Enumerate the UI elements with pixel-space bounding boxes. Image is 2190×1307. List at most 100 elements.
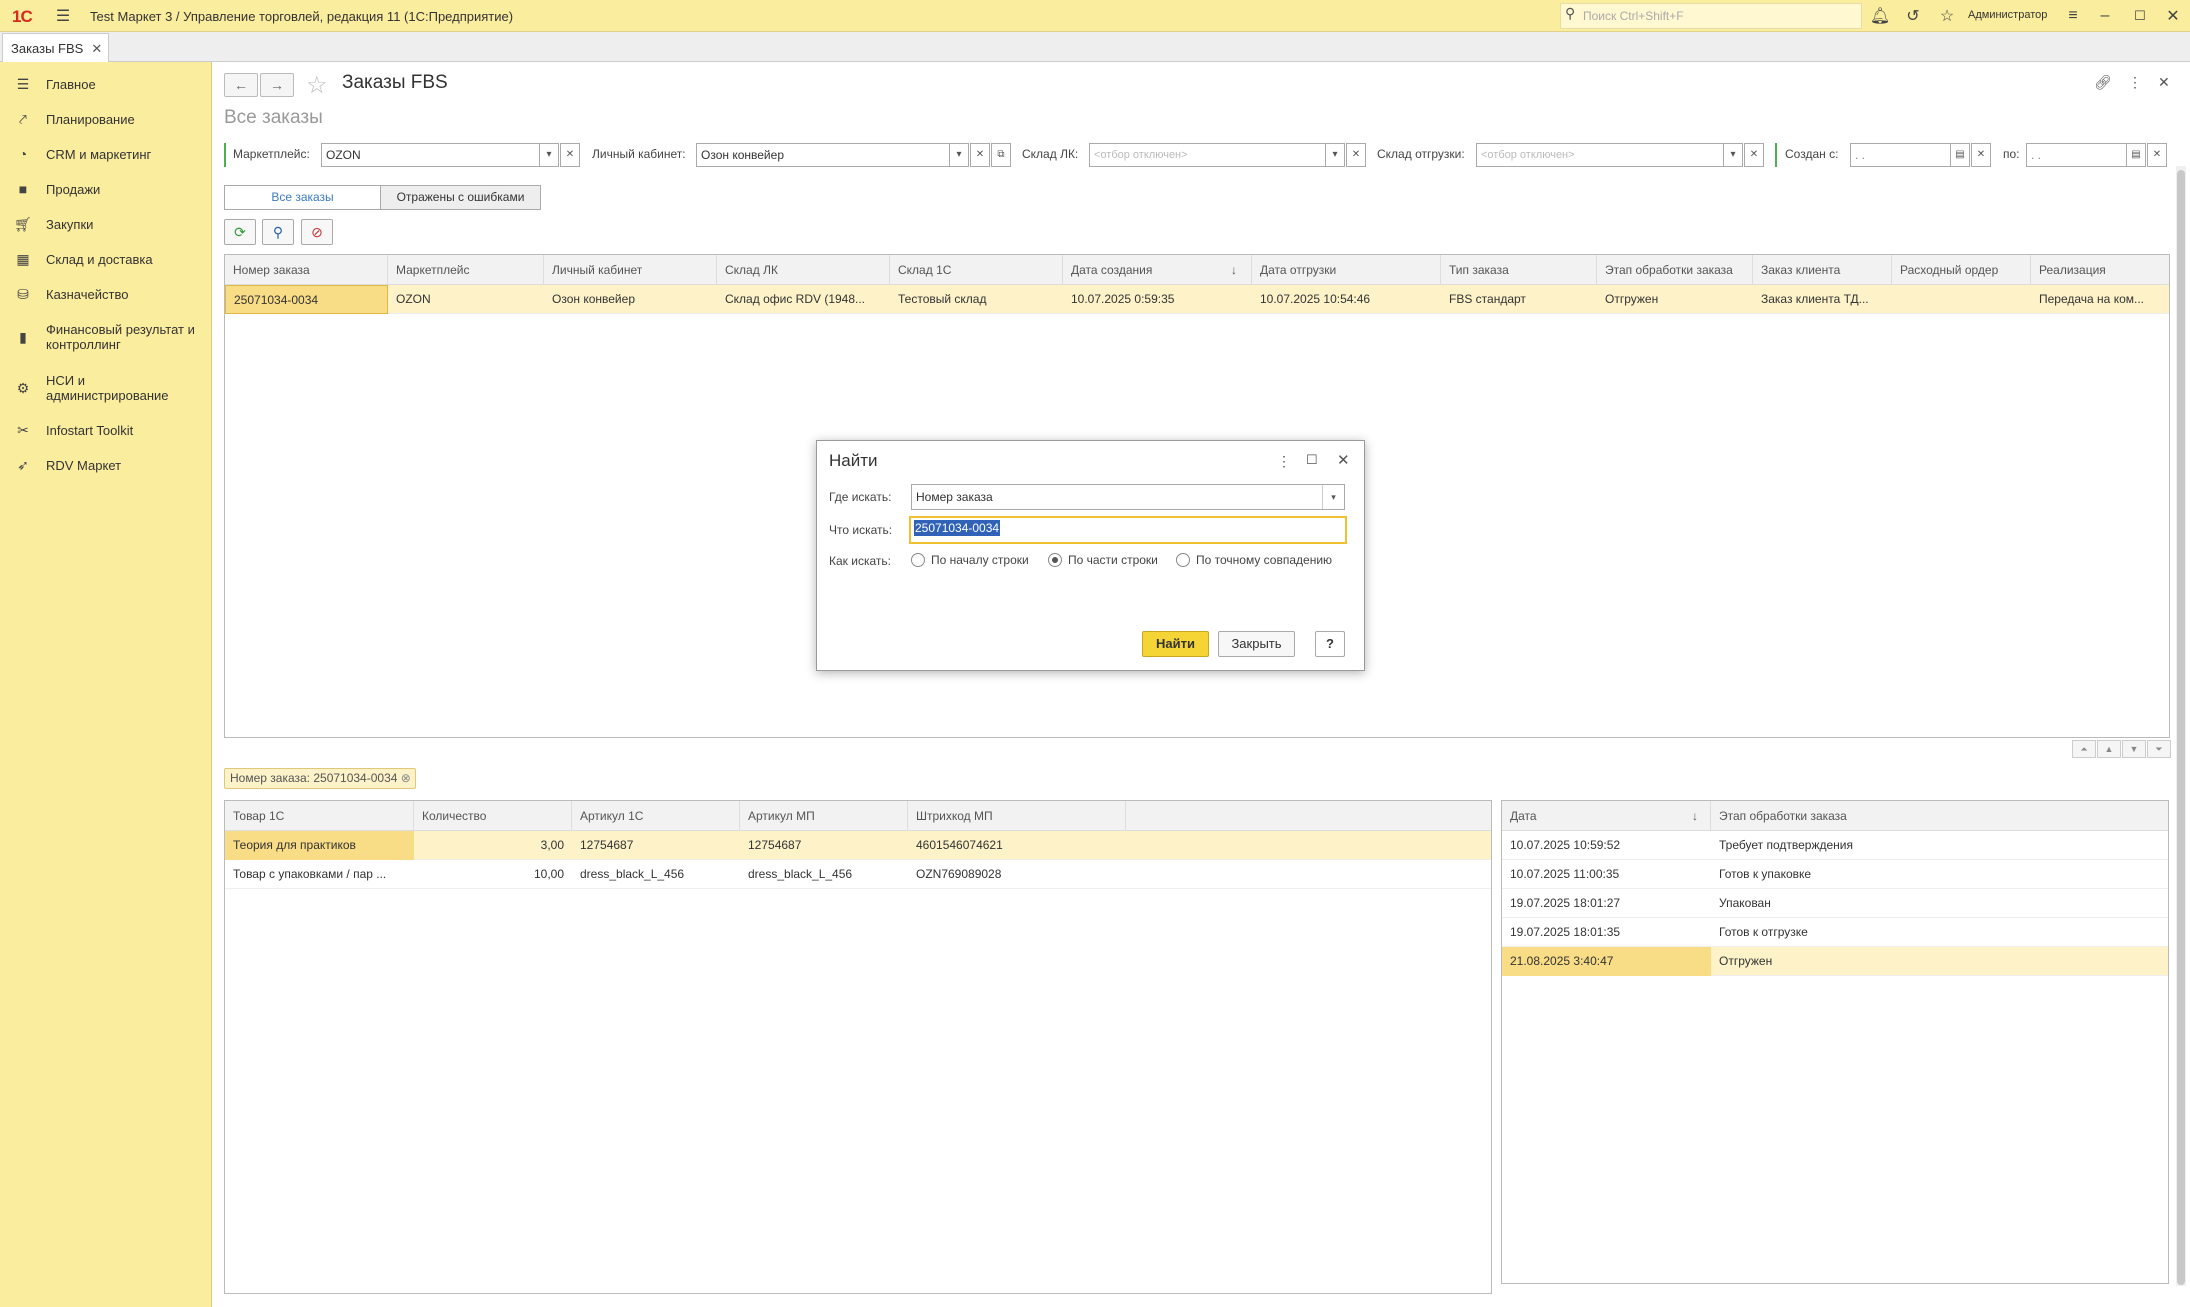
cancel-search-button[interactable]: ⊘ bbox=[301, 219, 333, 245]
cell-article-1c[interactable]: 12754687 bbox=[572, 831, 740, 860]
filter-chip[interactable]: Номер заказа: 25071034-0034 ⊗ bbox=[224, 768, 416, 789]
created-to-clear-icon[interactable]: ✕ bbox=[2147, 143, 2167, 167]
col-marketplace[interactable]: Маркетплейс bbox=[388, 255, 544, 285]
what-field[interactable]: 25071034-0034 bbox=[909, 516, 1347, 544]
ship-warehouse-field[interactable]: <отбор отключен> bbox=[1476, 143, 1725, 167]
favorite-star-icon[interactable]: ☆ bbox=[306, 71, 328, 100]
cell-stage-date[interactable]: 21.08.2025 3:40:47 bbox=[1502, 947, 1711, 976]
cabinet-field[interactable]: Озон конвейер bbox=[696, 143, 951, 167]
scroll-up-icon[interactable]: ▲ bbox=[2097, 740, 2121, 758]
sidebar-item-admin[interactable]: ⚙ НСИ и администрирование bbox=[0, 370, 212, 406]
cell-quantity[interactable]: 10,00 bbox=[414, 860, 572, 889]
sidebar-item-sales[interactable]: ■ Продажи bbox=[0, 179, 212, 199]
col-stage-name[interactable]: Этап обработки заказа bbox=[1711, 801, 2168, 831]
more-icon[interactable]: ⋮ bbox=[2128, 74, 2142, 91]
cell-marketplace[interactable]: OZON bbox=[388, 285, 544, 314]
cell-stage-date[interactable]: 19.07.2025 18:01:27 bbox=[1502, 889, 1711, 918]
find-submit-button[interactable]: Найти bbox=[1142, 631, 1209, 657]
col-shipment-date[interactable]: Дата отгрузки bbox=[1252, 255, 1441, 285]
sidebar-item-crm[interactable]: ◔ CRM и маркетинг bbox=[0, 144, 212, 164]
col-warehouse-1c[interactable]: Склад 1С bbox=[890, 255, 1063, 285]
col-order-number[interactable]: Номер заказа bbox=[225, 255, 388, 285]
cell-expense-order[interactable] bbox=[1892, 285, 2031, 314]
col-cabinet[interactable]: Личный кабинет bbox=[544, 255, 717, 285]
ship-warehouse-clear-icon[interactable]: ✕ bbox=[1744, 143, 1764, 167]
cell-stage-date[interactable]: 10.07.2025 10:59:52 bbox=[1502, 831, 1711, 860]
close-dialog-button[interactable]: Закрыть bbox=[1218, 631, 1295, 657]
vertical-scrollbar-thumb[interactable] bbox=[2177, 170, 2185, 1285]
col-processing-stage[interactable]: Этап обработки заказа bbox=[1597, 255, 1753, 285]
close-window-icon[interactable]: ✕ bbox=[2158, 0, 2188, 32]
dialog-close-icon[interactable]: ✕ bbox=[1337, 451, 1350, 469]
refresh-button[interactable]: ⟳ bbox=[224, 219, 256, 245]
cell-processing-stage[interactable]: Отгружен bbox=[1597, 285, 1753, 314]
minimize-icon[interactable]: – bbox=[2090, 0, 2120, 32]
table-row[interactable]: 19.07.2025 18:01:35 Готов к отгрузке bbox=[1502, 918, 2168, 947]
table-row[interactable]: Товар с упаковками / пар ... 10,00 dress… bbox=[225, 860, 1491, 889]
radio-circle[interactable] bbox=[911, 553, 925, 567]
history-icon[interactable]: ↺ bbox=[1898, 0, 1928, 32]
bell-icon[interactable]: 🔔︎ bbox=[1865, 0, 1895, 32]
cell-article-1c[interactable]: dress_black_L_456 bbox=[572, 860, 740, 889]
sidebar-item-warehouse[interactable]: ▦ Склад и доставка bbox=[0, 249, 212, 269]
col-product-1c[interactable]: Товар 1С bbox=[225, 801, 414, 831]
cell-article-mp[interactable]: 12754687 bbox=[740, 831, 908, 860]
settings-menu-icon[interactable]: ≡ bbox=[2058, 0, 2088, 32]
global-search-input[interactable]: Поиск Ctrl+Shift+F bbox=[1560, 3, 1862, 29]
help-button[interactable]: ? bbox=[1315, 631, 1345, 657]
where-field[interactable]: Номер заказа bbox=[911, 484, 1345, 510]
cell-client-order[interactable]: Заказ клиента ТД... bbox=[1753, 285, 1892, 314]
table-row[interactable]: 10.07.2025 11:00:35 Готов к упаковке bbox=[1502, 860, 2168, 889]
table-row[interactable]: 21.08.2025 3:40:47 Отгружен bbox=[1502, 947, 2168, 976]
col-warehouse-lk[interactable]: Склад ЛК bbox=[717, 255, 890, 285]
scroll-top-icon[interactable]: ⏶ bbox=[2072, 740, 2096, 758]
user-name[interactable]: Администратор bbox=[1968, 9, 2047, 21]
col-article-1c[interactable]: Артикул 1С bbox=[572, 801, 740, 831]
col-expense-order[interactable]: Расходный ордер bbox=[1892, 255, 2031, 285]
switch-all-orders[interactable]: Все заказы bbox=[224, 185, 381, 210]
favorites-star-icon[interactable]: ☆ bbox=[1932, 0, 1962, 32]
cell-order-number[interactable]: 25071034-0034 bbox=[225, 285, 388, 314]
scroll-down-icon[interactable]: ▼ bbox=[2122, 740, 2146, 758]
switch-error-orders[interactable]: Отражены с ошибками bbox=[380, 185, 541, 210]
col-order-type[interactable]: Тип заказа bbox=[1441, 255, 1597, 285]
warehouse-lk-clear-icon[interactable]: ✕ bbox=[1346, 143, 1366, 167]
cell-stage-name[interactable]: Требует подтверждения bbox=[1711, 831, 2168, 860]
sidebar-item-main[interactable]: ☰ Главное bbox=[0, 74, 212, 94]
sidebar-item-purchases[interactable]: 🛒︎ Закупки bbox=[0, 214, 212, 234]
cell-sale[interactable]: Передача на ком... bbox=[2031, 285, 2169, 314]
warehouse-lk-field[interactable]: <отбор отключен> bbox=[1089, 143, 1327, 167]
radio-starts-with[interactable]: По началу строки bbox=[911, 553, 1029, 567]
cell-stage-name[interactable]: Готов к отгрузке bbox=[1711, 918, 2168, 947]
cell-quantity[interactable]: 3,00 bbox=[414, 831, 572, 860]
close-form-icon[interactable]: ✕ bbox=[2158, 74, 2170, 91]
col-created-date[interactable]: Дата создания ↓ bbox=[1063, 255, 1252, 285]
created-from-clear-icon[interactable]: ✕ bbox=[1971, 143, 1991, 167]
marketplace-field[interactable]: OZON bbox=[321, 143, 541, 167]
cell-stage-date[interactable]: 10.07.2025 11:00:35 bbox=[1502, 860, 1711, 889]
chip-remove-icon[interactable]: ⊗ bbox=[401, 771, 411, 785]
cell-product-1c[interactable]: Теория для практиков bbox=[225, 831, 414, 860]
cell-stage-date[interactable]: 19.07.2025 18:01:35 bbox=[1502, 918, 1711, 947]
cell-warehouse-1c[interactable]: Тестовый склад bbox=[890, 285, 1063, 314]
cell-article-mp[interactable]: dress_black_L_456 bbox=[740, 860, 908, 889]
table-row[interactable]: 25071034-0034 OZON Озон конвейер Склад о… bbox=[225, 285, 2169, 314]
col-client-order[interactable]: Заказ клиента bbox=[1753, 255, 1892, 285]
cell-stage-name[interactable]: Упакован bbox=[1711, 889, 2168, 918]
col-stage-date[interactable]: Дата ↓ bbox=[1502, 801, 1711, 831]
back-button[interactable]: ← bbox=[224, 73, 258, 97]
close-tab-icon[interactable]: ✕ bbox=[91, 41, 102, 56]
maximize-icon[interactable]: ☐ bbox=[2125, 0, 2155, 32]
marketplace-dropdown-icon[interactable]: ▾ bbox=[539, 143, 559, 167]
cell-stage-name[interactable]: Готов к упаковке bbox=[1711, 860, 2168, 889]
sidebar-item-finance[interactable]: ▮ Финансовый результат и контроллинг bbox=[0, 319, 212, 355]
warehouse-lk-dropdown-icon[interactable]: ▾ bbox=[1325, 143, 1345, 167]
created-from-calendar-icon[interactable]: ▤ bbox=[1950, 143, 1970, 167]
col-sale[interactable]: Реализация bbox=[2031, 255, 2169, 285]
table-row[interactable]: 19.07.2025 18:01:27 Упакован bbox=[1502, 889, 2168, 918]
table-row[interactable]: Теория для практиков 3,00 12754687 12754… bbox=[225, 831, 1491, 860]
cell-created-date[interactable]: 10.07.2025 0:59:35 bbox=[1063, 285, 1252, 314]
ship-warehouse-dropdown-icon[interactable]: ▾ bbox=[1723, 143, 1743, 167]
radio-contains[interactable]: По части строки bbox=[1048, 553, 1158, 567]
scroll-bottom-icon[interactable]: ⏷ bbox=[2147, 740, 2171, 758]
